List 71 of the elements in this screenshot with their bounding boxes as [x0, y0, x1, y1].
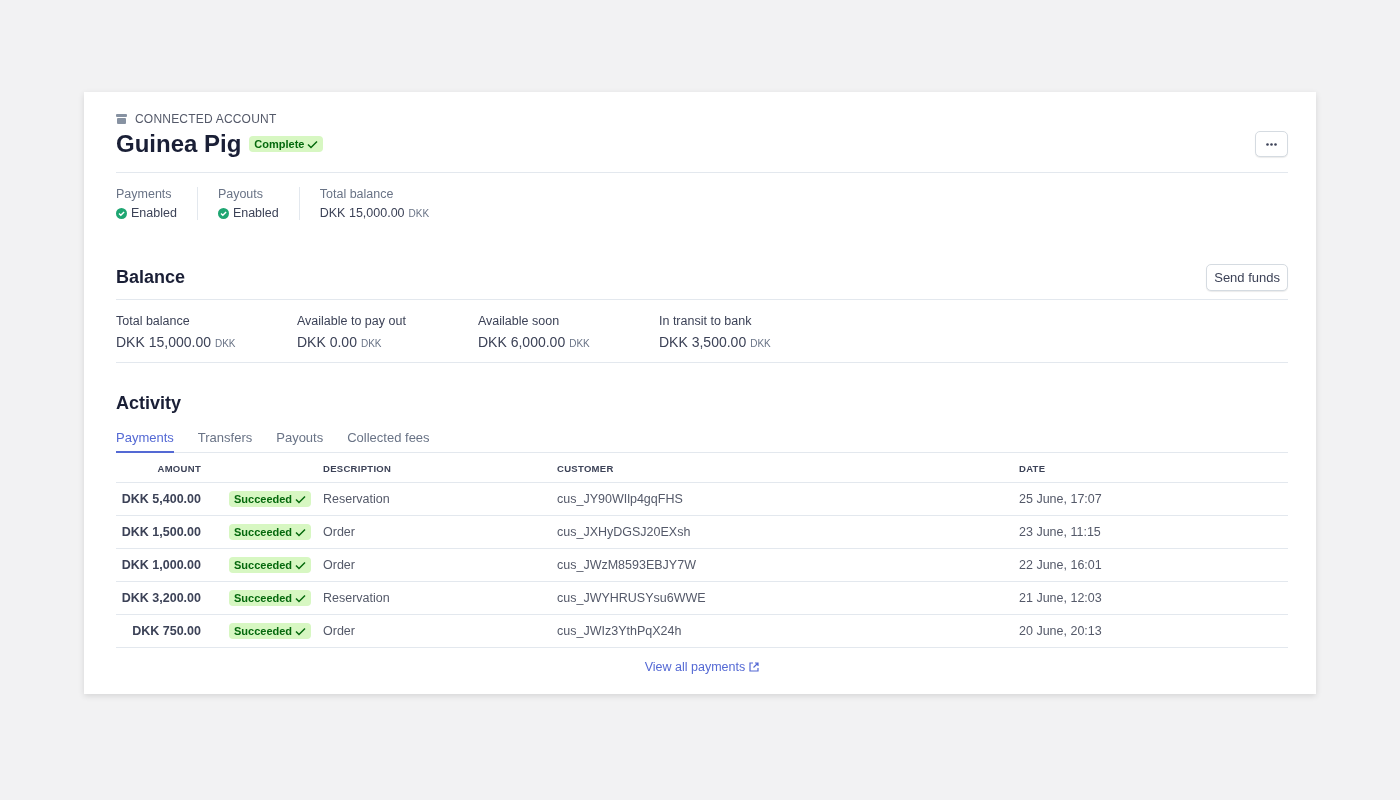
- account-title: Guinea Pig: [116, 130, 242, 158]
- send-funds-button[interactable]: Send funds: [1206, 264, 1288, 291]
- customer-cell: cus_JY90WIlp4gqFHS: [557, 482, 1019, 516]
- more-icon: [1266, 142, 1277, 146]
- check-icon: [295, 593, 307, 603]
- balance-label: Total balance: [116, 314, 191, 328]
- status-badge: Succeeded: [229, 557, 312, 573]
- description-cell: Reservation: [323, 581, 557, 615]
- amount-cell: DKK 5,400.00: [116, 482, 201, 516]
- activity-tab[interactable]: Transfers: [197, 430, 253, 453]
- currency-code: DKK: [408, 208, 430, 219]
- external-link-icon: [749, 662, 760, 672]
- description-cell: Reservation: [323, 482, 557, 516]
- balance-value: DKK 0.00: [297, 334, 357, 350]
- column-header: DESCRIPTION: [323, 453, 557, 483]
- column-header: DATE: [1019, 453, 1288, 483]
- eyebrow-label: CONNECTED ACCOUNT: [135, 112, 277, 126]
- activity-tab[interactable]: Collected fees: [347, 430, 430, 453]
- balance-label: In transit to bank: [659, 314, 753, 328]
- date-cell: 25 June, 17:07: [1019, 482, 1288, 516]
- currency-code: DKK: [360, 338, 382, 349]
- status-text: Enabled: [131, 206, 177, 220]
- balance-value: DKK 15,000.00: [116, 334, 211, 350]
- balance-label: Available soon: [478, 314, 561, 328]
- description-cell: Order: [323, 515, 557, 549]
- check-circle-icon: [217, 207, 229, 219]
- amount-cell: DKK 3,200.00: [116, 581, 201, 615]
- view-all-link[interactable]: View all payments: [644, 660, 760, 674]
- status-badge: Succeeded: [229, 623, 312, 639]
- balance-value: DKK 6,000.00: [478, 334, 566, 350]
- check-icon: [295, 494, 307, 504]
- status-text: Enabled: [232, 206, 279, 220]
- customer-cell: cus_JWIz3YthPqX24h: [557, 614, 1019, 648]
- currency-code: DKK: [214, 338, 236, 349]
- activity-tab[interactable]: Payments: [116, 430, 174, 453]
- summary-label: Payouts: [217, 187, 265, 201]
- check-icon: [307, 139, 319, 149]
- status-badge: Complete: [249, 136, 324, 152]
- status-badge: Succeeded: [229, 590, 312, 606]
- status-badge: Succeeded: [229, 524, 312, 540]
- status-badge: Succeeded: [229, 491, 312, 507]
- amount-cell: DKK 1,000.00: [116, 548, 201, 582]
- section-title: Balance: [116, 267, 186, 288]
- summary-value: DKK 15,000.00: [319, 206, 405, 220]
- more-button[interactable]: [1255, 131, 1288, 157]
- date-cell: 20 June, 20:13: [1019, 614, 1288, 648]
- customer-cell: cus_JWzM8593EBJY7W: [557, 548, 1019, 582]
- summary-label: Total balance: [319, 187, 395, 201]
- summary-label: Payments: [116, 187, 173, 201]
- customer-cell: cus_JWYHRUSYsu6WWE: [557, 581, 1019, 615]
- balance-label: Available to pay out: [297, 314, 407, 328]
- balance-value: DKK 3,500.00: [659, 334, 747, 350]
- check-circle-icon: [116, 207, 127, 219]
- date-cell: 23 June, 11:15: [1019, 515, 1288, 549]
- store-icon: [116, 114, 127, 124]
- check-icon: [295, 626, 307, 636]
- currency-code: DKK: [569, 338, 590, 349]
- date-cell: 21 June, 12:03: [1019, 581, 1288, 615]
- column-header: CUSTOMER: [557, 453, 1019, 483]
- description-cell: Order: [323, 548, 557, 582]
- description-cell: Order: [323, 614, 557, 648]
- date-cell: 22 June, 16:01: [1019, 548, 1288, 582]
- column-header: AMOUNT: [116, 453, 201, 483]
- activity-tab[interactable]: Payouts: [276, 430, 324, 453]
- amount-cell: DKK 1,500.00: [116, 515, 201, 549]
- customer-cell: cus_JXHyDGSJ20EXsh: [557, 515, 1019, 549]
- section-title: Activity: [116, 393, 182, 414]
- currency-code: DKK: [750, 338, 771, 349]
- check-icon: [295, 527, 307, 537]
- amount-cell: DKK 750.00: [116, 614, 201, 648]
- check-icon: [295, 560, 307, 570]
